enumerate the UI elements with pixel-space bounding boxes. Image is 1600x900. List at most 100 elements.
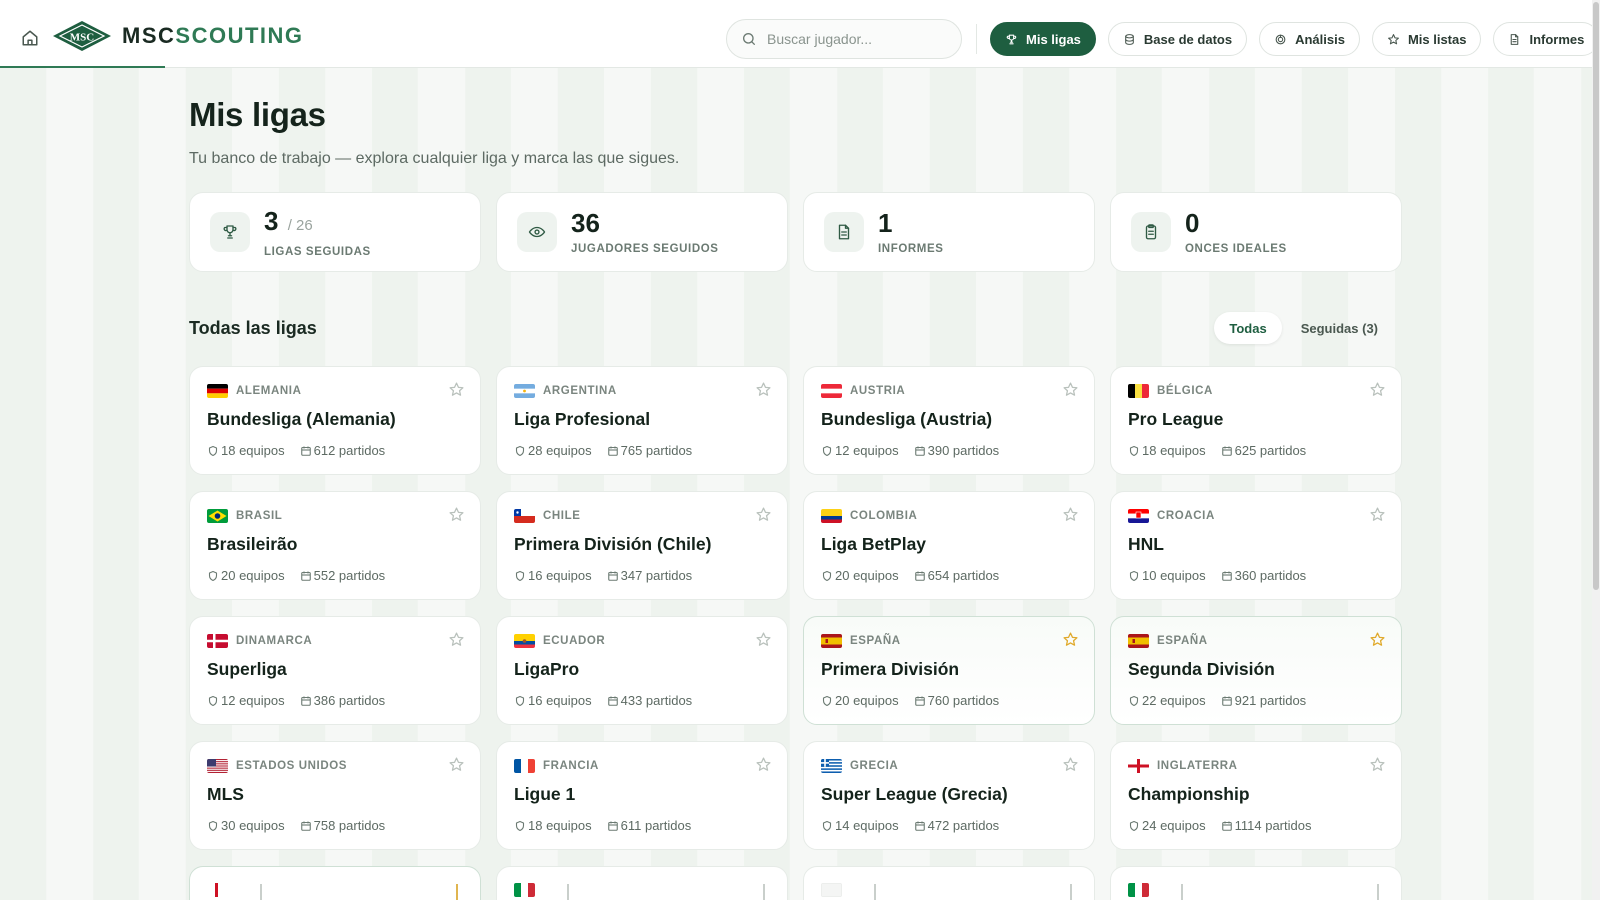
league-card[interactable]: CROACIA HNL 10 equipos 360 partidos (1110, 491, 1402, 600)
calendar-icon (607, 446, 618, 456)
shield-icon (515, 445, 525, 456)
league-teams-text: 12 equipos (221, 693, 285, 708)
league-card[interactable]: BRASIL Brasileirão 20 equipos 552 partidos (189, 491, 481, 600)
league-name: Superliga (207, 659, 287, 679)
stat-value: 36 (571, 209, 719, 237)
league-matches: 921 partidos (1221, 693, 1306, 708)
scrollbar-thumb[interactable] (1593, 2, 1599, 590)
league-teams-text: 20 equipos (221, 568, 285, 583)
league-name: Championship (1128, 784, 1250, 804)
league-country-label: COLOMBIA (850, 510, 918, 522)
nav-button-informes[interactable]: Informes (1493, 22, 1600, 56)
calendar-icon (914, 571, 925, 581)
league-name: HNL (1128, 534, 1164, 554)
league-card[interactable]: DINAMARCA Superliga 12 equipos 386 partidos (189, 616, 481, 725)
scrollbar-track[interactable] (1592, 0, 1600, 900)
star-icon[interactable] (1369, 756, 1386, 773)
league-teams: 18 equipos (1128, 443, 1206, 458)
league-card[interactable]: BÉLGICA Pro League 18 equipos 625 partidos (1110, 366, 1402, 475)
star-filled-icon[interactable] (1369, 631, 1386, 648)
nav-button-mis-ligas[interactable]: Mis ligas (990, 22, 1096, 56)
league-matches: 765 partidos (607, 443, 692, 458)
league-country: ARGENTINA (514, 383, 770, 399)
shield-icon (208, 820, 218, 831)
star-icon[interactable] (1369, 506, 1386, 523)
league-name: Liga Profesional (514, 409, 651, 429)
flag-br-icon (207, 509, 228, 523)
league-matches: 552 partidos (300, 568, 386, 583)
filter-followed-button[interactable]: Seguidas (3) (1286, 312, 1393, 344)
nav-button-mis-listas[interactable]: Mis listas (1371, 22, 1482, 56)
flag-blank-icon (821, 883, 842, 897)
star-icon[interactable] (448, 381, 465, 398)
league-meta: 18 equipos 625 partidos (1128, 443, 1384, 458)
partial-text-placeholder (1181, 884, 1183, 900)
league-matches-text: 1114 partidos (1234, 818, 1312, 833)
star-icon[interactable] (448, 506, 465, 523)
league-matches: 433 partidos (607, 693, 693, 708)
star-icon[interactable] (1369, 381, 1386, 398)
league-teams-text: 14 equipos (835, 818, 899, 833)
league-card[interactable]: COLOMBIA Liga BetPlay 20 equipos 654 partid… (803, 491, 1095, 600)
nav-button-label: Base de datos (1143, 31, 1233, 47)
league-matches-text: 433 partidos (620, 693, 693, 708)
league-card[interactable]: ALEMANIA Bundesliga (Alemania) 18 equipos 6… (189, 366, 481, 475)
star-icon[interactable] (1062, 506, 1079, 523)
league-name: Pro League (1128, 409, 1224, 429)
nav-button-análisis[interactable]: Análisis (1259, 22, 1360, 56)
analysis-icon (1275, 34, 1286, 44)
league-country: INGLATERRA (1128, 758, 1384, 774)
league-country: CROACIA (1128, 508, 1384, 524)
league-card[interactable]: ESPAÑA Segunda División 22 equipos 921 part… (1110, 616, 1402, 725)
league-matches-text: 552 partidos (313, 568, 386, 583)
stat-card: 0 ONCES IDEALES (1110, 192, 1402, 272)
calendar-icon (914, 821, 925, 831)
league-country: ALEMANIA (207, 383, 463, 399)
star-icon[interactable] (755, 381, 772, 398)
star-icon[interactable] (755, 756, 772, 773)
star-icon[interactable] (448, 631, 465, 648)
league-card[interactable]: INGLATERRA Championship 24 equipos 1114 par… (1110, 741, 1402, 850)
star-icon[interactable] (448, 756, 465, 773)
shield-icon (822, 820, 832, 831)
star-icon[interactable] (755, 631, 772, 648)
league-card-partial[interactable] (1110, 866, 1402, 900)
league-card[interactable]: CHILE Primera División (Chile) 16 equipos 3… (496, 491, 788, 600)
filter-all-button[interactable]: Todas (1214, 312, 1282, 344)
league-teams-text: 12 equipos (835, 443, 899, 458)
league-teams-text: 22 equipos (1142, 693, 1206, 708)
nav-button-base-de-datos[interactable]: Base de datos (1107, 22, 1248, 56)
calendar-icon (300, 446, 311, 456)
league-card[interactable]: ESPAÑA Primera División 20 equipos 760 part… (803, 616, 1095, 725)
league-card-partial[interactable] (189, 866, 481, 900)
stat-number: 3 (264, 205, 279, 236)
league-card[interactable]: ESTADOS UNIDOS MLS 30 equipos 758 partidos (189, 741, 481, 850)
flag-hr-icon (1128, 509, 1149, 523)
league-country-label: DINAMARCA (236, 635, 313, 647)
app-logo[interactable]: MSC MSCSCOUTING (52, 20, 304, 52)
league-card[interactable]: ECUADOR LigaPro 16 equipos 433 partidos (496, 616, 788, 725)
league-card[interactable]: FRANCIA Ligue 1 18 equipos 611 partidos (496, 741, 788, 850)
league-card-partial[interactable] (803, 866, 1095, 900)
stat-total: / 26 (287, 216, 313, 234)
search-input[interactable] (767, 31, 947, 47)
star-icon[interactable] (755, 506, 772, 523)
league-country-label: INGLATERRA (1157, 760, 1238, 772)
star-filled-icon[interactable] (1062, 631, 1079, 648)
nav-button-label: Mis listas (1407, 31, 1467, 47)
stat-value: 3 / 26 (264, 207, 371, 240)
star-icon[interactable] (1062, 756, 1079, 773)
league-name: Bundesliga (Alemania) (207, 409, 396, 429)
league-card[interactable]: AUSTRIA Bundesliga (Austria) 12 equipos 390… (803, 366, 1095, 475)
league-card-partial[interactable] (496, 866, 788, 900)
star-icon[interactable] (1062, 381, 1079, 398)
nav-button-label: Informes (1529, 31, 1585, 47)
league-card[interactable]: GRECIA Super League (Grecia) 14 equipos 472… (803, 741, 1095, 850)
stat-card: 36 JUGADORES SEGUIDOS (496, 192, 788, 272)
player-search[interactable] (726, 19, 962, 59)
home-button[interactable] (20, 28, 40, 48)
league-country: GRECIA (821, 758, 1077, 774)
league-card[interactable]: ARGENTINA Liga Profesional 28 equipos 765 p… (496, 366, 788, 475)
shield-icon (1129, 820, 1139, 831)
league-country: ESTADOS UNIDOS (207, 758, 463, 774)
